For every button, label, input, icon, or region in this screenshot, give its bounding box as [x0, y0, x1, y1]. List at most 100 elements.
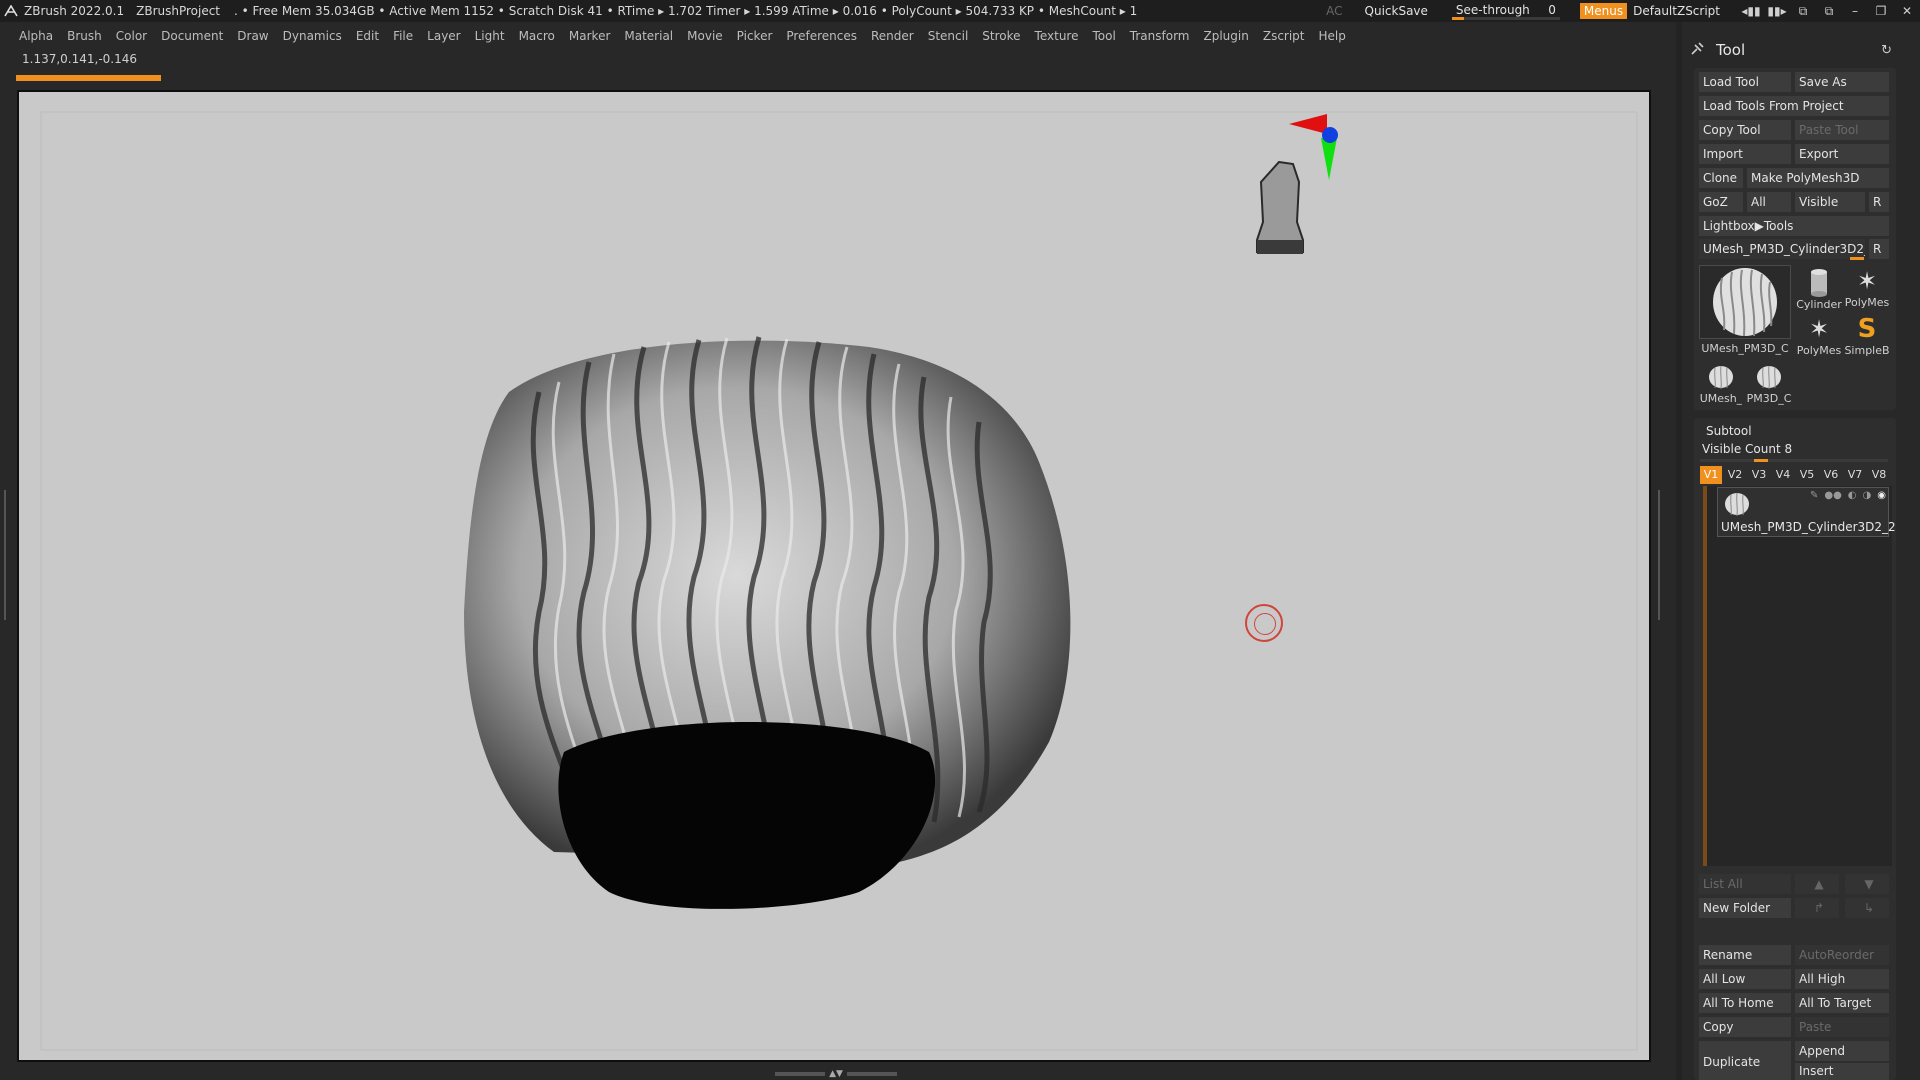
menu-layer[interactable]: Layer: [420, 29, 467, 43]
tab-v5[interactable]: V5: [1796, 466, 1818, 484]
all-low-button[interactable]: All Low: [1699, 969, 1791, 989]
goz-r-button[interactable]: R: [1869, 192, 1889, 212]
quicksave-button[interactable]: QuickSave: [1365, 4, 1428, 18]
tab-v2[interactable]: V2: [1724, 466, 1746, 484]
all-high-button[interactable]: All High: [1795, 969, 1889, 989]
subtool-mask-icon[interactable]: ◐: [1848, 490, 1857, 501]
subtool-brush-icon[interactable]: ✎: [1810, 490, 1818, 501]
menu-stencil[interactable]: Stencil: [921, 29, 976, 43]
goz-all-button[interactable]: All: [1747, 192, 1791, 212]
document-canvas[interactable]: [17, 90, 1651, 1062]
tab-v6[interactable]: V6: [1820, 466, 1842, 484]
navigation-figure-icon[interactable]: [1256, 160, 1304, 254]
close-icon[interactable]: ✕: [1894, 0, 1920, 22]
append-button[interactable]: Append: [1795, 1041, 1889, 1061]
menu-stroke[interactable]: Stroke: [975, 29, 1027, 43]
autoreorder-button[interactable]: AutoReorder: [1795, 945, 1889, 965]
menu-picker[interactable]: Picker: [730, 29, 780, 43]
goz-visible-button[interactable]: Visible: [1795, 192, 1865, 212]
visible-count-slider[interactable]: [1700, 459, 1888, 462]
all-to-home-button[interactable]: All To Home: [1699, 993, 1791, 1013]
menu-marker[interactable]: Marker: [562, 29, 617, 43]
menu-macro[interactable]: Macro: [512, 29, 562, 43]
menu-dynamics[interactable]: Dynamics: [276, 29, 349, 43]
menu-draw[interactable]: Draw: [230, 29, 275, 43]
tool-palette-header[interactable]: Tool ↻: [1680, 36, 1900, 64]
left-tray-handle[interactable]: [4, 490, 10, 620]
tab-v1[interactable]: V1: [1700, 466, 1722, 484]
menu-preferences[interactable]: Preferences: [779, 29, 864, 43]
menus-toggle[interactable]: Menus: [1579, 3, 1628, 19]
save-as-button[interactable]: Save As: [1795, 72, 1889, 92]
move-up-arrow-icon[interactable]: ▲: [1795, 874, 1839, 894]
menu-edit[interactable]: Edit: [349, 29, 386, 43]
rename-button[interactable]: Rename: [1699, 945, 1791, 965]
orientation-gizmo[interactable]: [1289, 114, 1338, 180]
pin-icon[interactable]: [1690, 41, 1706, 59]
layout-prev-icon[interactable]: ◂▮▮: [1738, 0, 1764, 22]
restore-icon[interactable]: ❐: [1868, 0, 1894, 22]
subtool-item[interactable]: ✎ ●● ◐ ◑ ◉ UMesh_PM3D_Cylinder3D2_2: [1717, 487, 1896, 537]
clone-button[interactable]: Clone: [1699, 168, 1743, 188]
menu-document[interactable]: Document: [154, 29, 230, 43]
all-to-target-button[interactable]: All To Target: [1795, 993, 1889, 1013]
new-folder-button[interactable]: New Folder: [1699, 898, 1791, 918]
ui-layout-icon[interactable]: ⧉: [1816, 0, 1842, 22]
paste-button[interactable]: Paste: [1795, 1017, 1889, 1037]
tab-v4[interactable]: V4: [1772, 466, 1794, 484]
menu-alpha[interactable]: Alpha: [12, 29, 60, 43]
umesh-small-thumb-2[interactable]: PM3D_C: [1747, 362, 1791, 405]
simplebrush-tool-thumb[interactable]: S SimpleB: [1844, 314, 1890, 357]
tab-v8[interactable]: V8: [1868, 466, 1890, 484]
subtool-list-scrollbar[interactable]: [1703, 486, 1707, 866]
tab-v3[interactable]: V3: [1748, 466, 1770, 484]
copy-tool-button[interactable]: Copy Tool: [1699, 120, 1791, 140]
lightbox-tools-button[interactable]: Lightbox▶Tools: [1699, 216, 1889, 236]
right-tray-handle[interactable]: [1658, 490, 1664, 620]
import-button[interactable]: Import: [1699, 144, 1791, 164]
minimize-icon[interactable]: –: [1842, 0, 1868, 22]
duplicate-button[interactable]: Duplicate: [1699, 1041, 1791, 1080]
reset-icon[interactable]: ↻: [1881, 43, 1892, 58]
subtool-list[interactable]: [1704, 486, 1892, 866]
tab-v7[interactable]: V7: [1844, 466, 1866, 484]
layout-next-icon[interactable]: ▮▮▸: [1764, 0, 1790, 22]
menu-file[interactable]: File: [386, 29, 420, 43]
menu-material[interactable]: Material: [617, 29, 680, 43]
list-all-button[interactable]: List All: [1699, 874, 1791, 894]
cylinder-tool-thumb[interactable]: Cylinder: [1796, 266, 1842, 311]
menu-color[interactable]: Color: [109, 29, 154, 43]
menu-movie[interactable]: Movie: [680, 29, 730, 43]
subtool-header[interactable]: Subtool: [1706, 424, 1752, 438]
move-down-arrow-icon[interactable]: ▼: [1845, 874, 1889, 894]
arrow-in-icon[interactable]: ↳: [1845, 898, 1889, 918]
copy-button[interactable]: Copy: [1699, 1017, 1791, 1037]
current-tool-slider[interactable]: UMesh_PM3D_Cylinder3D2_2: [1699, 239, 1865, 259]
load-tools-from-project-button[interactable]: Load Tools From Project: [1699, 96, 1889, 116]
ui-swap-icon[interactable]: ⧉: [1790, 0, 1816, 22]
load-tool-button[interactable]: Load Tool: [1699, 72, 1791, 92]
menu-texture[interactable]: Texture: [1028, 29, 1086, 43]
current-tool-r-button[interactable]: R: [1869, 239, 1889, 259]
menu-transform[interactable]: Transform: [1123, 29, 1197, 43]
menu-tool[interactable]: Tool: [1085, 29, 1122, 43]
polymesh-tool-thumb[interactable]: ✶ PolyMes: [1844, 266, 1890, 309]
bottom-tray-handle[interactable]: ▲▼: [772, 1069, 900, 1079]
subtool-dynamic-icon[interactable]: ◑: [1863, 490, 1872, 501]
umesh-small-thumb-1[interactable]: UMesh_: [1699, 362, 1743, 405]
default-zscript-button[interactable]: DefaultZScript: [1633, 4, 1720, 18]
arrow-out-icon[interactable]: ↱: [1795, 898, 1839, 918]
ac-label[interactable]: AC: [1326, 4, 1342, 18]
menu-zplugin[interactable]: Zplugin: [1197, 29, 1256, 43]
subtool-polypaint-icon[interactable]: ●●: [1824, 490, 1841, 501]
export-button[interactable]: Export: [1795, 144, 1889, 164]
menu-help[interactable]: Help: [1312, 29, 1353, 43]
see-through-slider[interactable]: See-through 0: [1451, 2, 1560, 20]
menu-render[interactable]: Render: [864, 29, 921, 43]
subtool-visibility-eye-icon[interactable]: ◉: [1877, 490, 1886, 501]
paste-tool-button[interactable]: Paste Tool: [1795, 120, 1889, 140]
goz-button[interactable]: GoZ: [1699, 192, 1743, 212]
make-polymesh3d-button[interactable]: Make PolyMesh3D: [1747, 168, 1889, 188]
menu-light[interactable]: Light: [468, 29, 512, 43]
menu-brush[interactable]: Brush: [60, 29, 109, 43]
